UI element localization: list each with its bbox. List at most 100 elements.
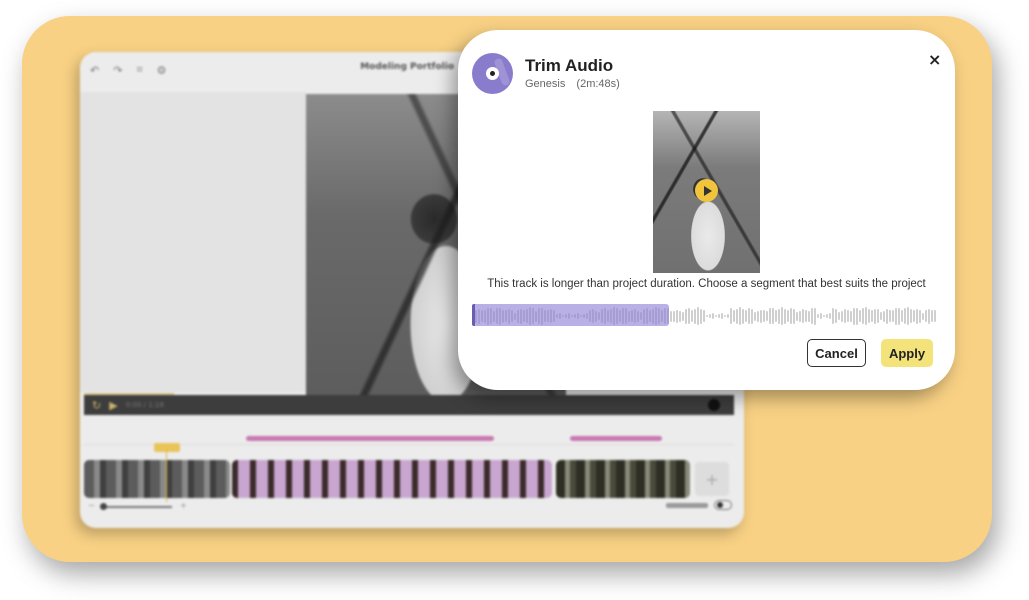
waveform-bar: [874, 308, 876, 324]
waveform-bar: [694, 308, 696, 324]
waveform-bar: [925, 310, 927, 322]
waveform-bar: [823, 315, 825, 317]
zoom-slider-knob[interactable]: [100, 503, 107, 510]
waveform-bar: [730, 308, 732, 324]
track-duration: (2m:48s): [576, 78, 620, 90]
waveform-bar: [880, 312, 882, 320]
waveform-bar: [760, 309, 762, 323]
audio-track-segment[interactable]: [570, 436, 662, 441]
waveform-bar: [910, 309, 912, 323]
audio-track-segment[interactable]: [246, 436, 494, 441]
zoom-in-button[interactable]: +: [180, 501, 187, 510]
dialog-title: Trim Audio: [525, 56, 614, 75]
undo-icon[interactable]: ↶: [90, 64, 99, 77]
waveform-bar: [829, 313, 831, 319]
waveform-bar: [796, 311, 798, 321]
waveform-bar: [868, 309, 870, 323]
waveform-bar: [736, 308, 738, 324]
waveform-bar: [844, 309, 846, 323]
waveform-bar: [922, 312, 924, 320]
waveform-bar: [892, 310, 894, 322]
waveform-bar: [799, 310, 801, 322]
volume-icon[interactable]: [708, 399, 720, 411]
waveform-bar: [700, 308, 702, 324]
waveform-bar: [685, 308, 687, 324]
audio-visuals-toggle[interactable]: [714, 500, 732, 510]
waveform-bar: [793, 308, 795, 324]
waveform-bar: [670, 310, 672, 322]
waveform-bar: [838, 312, 840, 320]
waveform-bar: [847, 310, 849, 322]
waveform-bar: [775, 310, 777, 322]
waveform-bar: [676, 309, 678, 323]
player-time: 0:00 / 1:18: [125, 401, 164, 409]
timeline-clip[interactable]: [84, 460, 230, 498]
audio-visuals-label: [666, 503, 708, 508]
cancel-button[interactable]: Cancel: [807, 339, 866, 367]
waveform-bar: [682, 311, 684, 321]
waveform-bar: [901, 310, 903, 322]
waveform-bar: [871, 310, 873, 322]
zoom-slider[interactable]: [102, 506, 172, 508]
music-disc-icon: [472, 53, 513, 94]
waveform-bar: [817, 314, 819, 318]
waveform-bar: [757, 310, 759, 322]
waveform-bar: [919, 309, 921, 323]
waveform-bar: [724, 315, 726, 317]
waveform-bar: [907, 307, 909, 325]
waveform-bar: [715, 315, 717, 317]
waveform-bar: [691, 310, 693, 322]
waveform-bar: [904, 308, 906, 324]
add-clip-button[interactable]: +: [695, 462, 729, 496]
waveform-bar: [856, 307, 858, 325]
waveform-bar: [859, 310, 861, 322]
player-controls: ↻ ▶ 0:00 / 1:18: [84, 395, 734, 415]
playhead[interactable]: [166, 450, 167, 502]
waveform-bar: [895, 307, 897, 325]
audio-waveform[interactable]: [472, 303, 940, 329]
waveform-selection[interactable]: [472, 304, 669, 326]
waveform-bar: [811, 308, 813, 324]
play-button[interactable]: [695, 179, 718, 202]
waveform-bar: [781, 307, 783, 325]
waveform-bar: [826, 314, 828, 318]
waveform-bar: [886, 308, 888, 324]
waveform-bar: [739, 307, 741, 325]
waveform-bar: [814, 307, 816, 325]
waveform-bar: [784, 308, 786, 324]
apply-button[interactable]: Apply: [881, 339, 933, 367]
waveform-bar: [934, 310, 936, 322]
crop-icon[interactable]: ⌗: [136, 63, 142, 77]
redo-icon[interactable]: ↷: [113, 64, 122, 77]
settings-icon[interactable]: ⚙: [157, 64, 167, 77]
waveform-bar: [679, 310, 681, 322]
waveform-bar: [835, 309, 837, 323]
waveform-bar: [889, 310, 891, 322]
close-button[interactable]: ×: [928, 50, 941, 69]
waveform-bar: [805, 310, 807, 322]
waveform-bar: [787, 310, 789, 322]
waveform-bar: [850, 310, 852, 322]
stage: ↶ ↷ ⌗ ⚙ Modeling Portfolio ↻ ▶ 0:00 / 1:…: [0, 0, 1029, 600]
timeline-ruler: [84, 444, 734, 445]
replay-icon[interactable]: ↻: [92, 399, 101, 412]
waveform-bar: [703, 310, 705, 322]
waveform-bar: [898, 307, 900, 325]
waveform-bar: [808, 310, 810, 322]
timeline-clip[interactable]: [232, 460, 552, 498]
preview-area: [80, 92, 306, 392]
waveform-bar: [802, 309, 804, 323]
waveform-bar: [913, 310, 915, 322]
track-info: Genesis (2m:48s): [525, 78, 620, 90]
zoom-out-button[interactable]: −: [88, 501, 95, 510]
play-icon[interactable]: ▶: [109, 399, 117, 412]
playhead-handle[interactable]: [154, 443, 180, 452]
waveform-bar: [697, 307, 699, 325]
timeline-clip[interactable]: [556, 460, 690, 498]
waveform-bar: [862, 308, 864, 324]
trim-audio-dialog: Trim Audio Genesis (2m:48s) × This track…: [458, 30, 955, 390]
waveform-bar: [733, 310, 735, 322]
waveform-bar: [712, 313, 714, 319]
waveform-bar: [877, 309, 879, 323]
waveform-bar: [727, 314, 729, 318]
